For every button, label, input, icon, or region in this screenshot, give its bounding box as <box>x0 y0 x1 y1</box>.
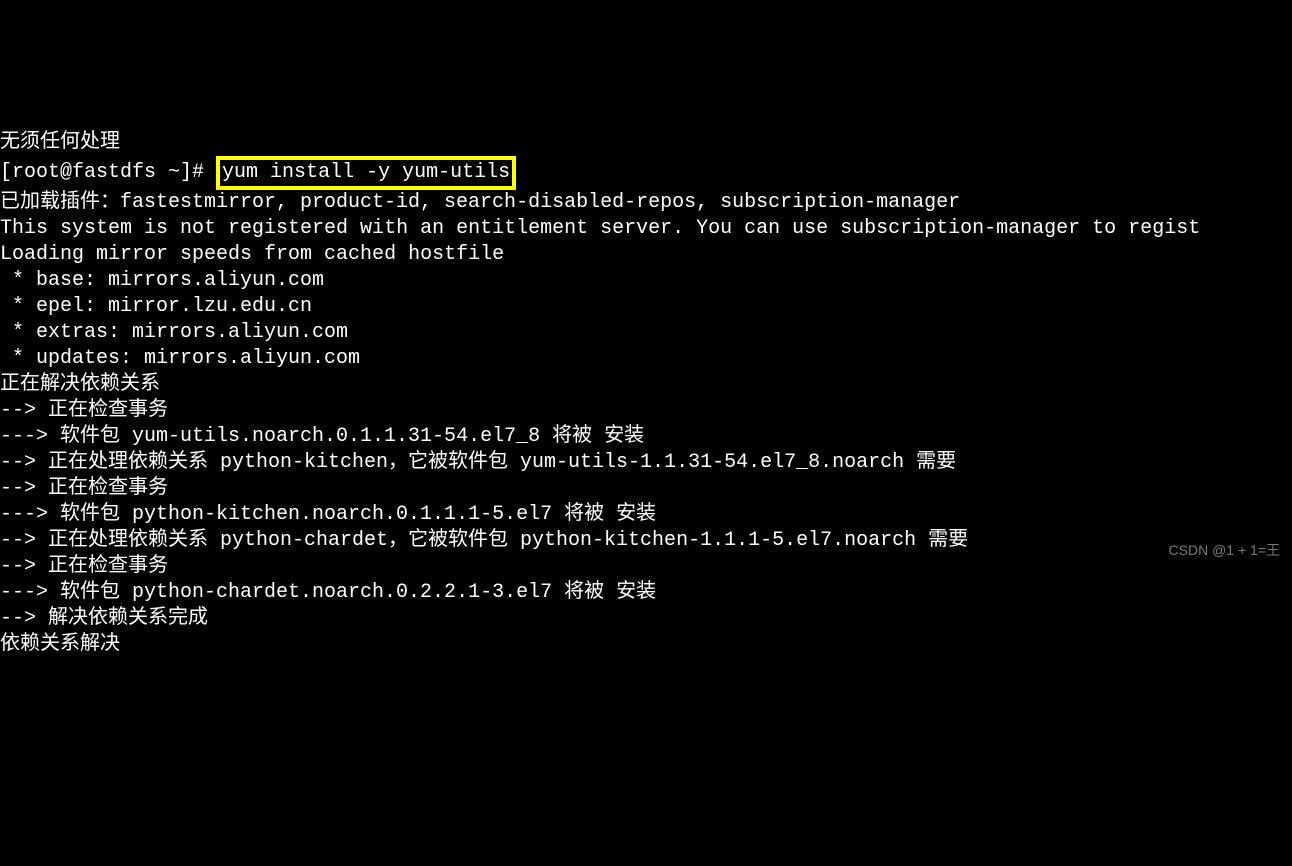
output-line: --> 正在处理依赖关系 python-chardet，它被软件包 python… <box>0 528 1292 554</box>
output-line: --> 正在检查事务 <box>0 554 1292 580</box>
watermark-text: CSDN @1 + 1=王 <box>1169 537 1280 563</box>
output-line: * extras: mirrors.aliyun.com <box>0 320 1292 346</box>
prompt-line: [root@fastdfs ~]# yum install -y yum-uti… <box>0 156 1292 190</box>
output-line: * epel: mirror.lzu.edu.cn <box>0 294 1292 320</box>
output-line: --> 正在检查事务 <box>0 398 1292 424</box>
output-line: Loading mirror speeds from cached hostfi… <box>0 242 1292 268</box>
output-line: This system is not registered with an en… <box>0 216 1292 242</box>
output-line: 依赖关系解决 <box>0 632 1292 658</box>
output-line: 无须任何处理 <box>0 130 1292 156</box>
output-line: ---> 软件包 python-kitchen.noarch.0.1.1.1-5… <box>0 502 1292 528</box>
shell-prompt: [root@fastdfs ~]# <box>0 161 216 184</box>
output-line: ---> 软件包 python-chardet.noarch.0.2.2.1-3… <box>0 580 1292 606</box>
terminal-output: 无须任何处理[root@fastdfs ~]# yum install -y y… <box>0 104 1292 684</box>
output-line: 已加载插件：fastestmirror, product-id, search-… <box>0 190 1292 216</box>
output-line: ---> 软件包 yum-utils.noarch.0.1.1.31-54.el… <box>0 424 1292 450</box>
output-line: * base: mirrors.aliyun.com <box>0 268 1292 294</box>
output-line: --> 正在处理依赖关系 python-kitchen，它被软件包 yum-ut… <box>0 450 1292 476</box>
output-line: * updates: mirrors.aliyun.com <box>0 346 1292 372</box>
output-line: --> 解决依赖关系完成 <box>0 606 1292 632</box>
output-line: --> 正在检查事务 <box>0 476 1292 502</box>
output-line: 正在解决依赖关系 <box>0 372 1292 398</box>
highlighted-command: yum install -y yum-utils <box>216 156 516 190</box>
